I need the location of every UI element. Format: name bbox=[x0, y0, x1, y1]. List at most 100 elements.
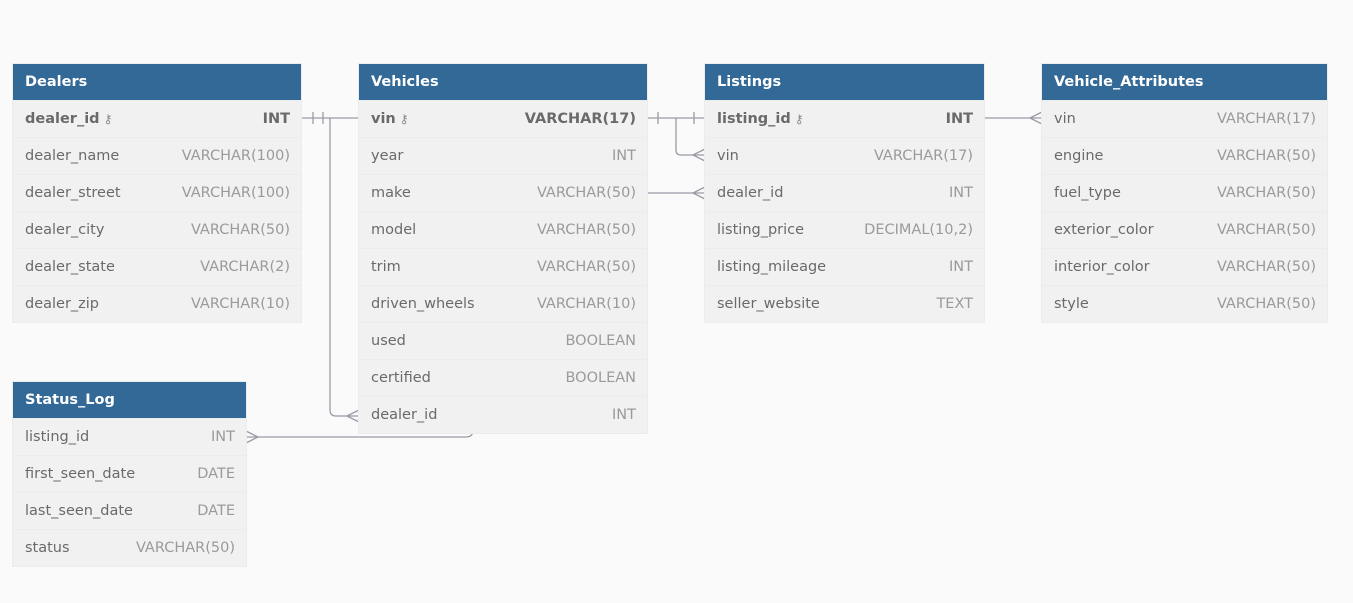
column-row[interactable]: fuel_type VARCHAR(50) bbox=[1042, 174, 1327, 211]
column-type: VARCHAR(50) bbox=[1216, 296, 1316, 312]
column-row[interactable]: dealer_state VARCHAR(2) bbox=[13, 248, 301, 285]
column-type: VARCHAR(50) bbox=[1216, 148, 1316, 164]
column-row[interactable]: status VARCHAR(50) bbox=[13, 529, 246, 566]
column-row[interactable]: listing_mileage INT bbox=[705, 248, 984, 285]
table-header[interactable]: Listings bbox=[705, 64, 984, 100]
column-name: dealer_id bbox=[371, 407, 438, 423]
column-name: dealer_id bbox=[717, 185, 784, 201]
column-row[interactable]: interior_color VARCHAR(50) bbox=[1042, 248, 1327, 285]
column-name-wrap: listing_id ⚷ bbox=[717, 111, 804, 127]
key-icon: ⚷ bbox=[399, 112, 409, 126]
column-row[interactable]: vin VARCHAR(17) bbox=[705, 137, 984, 174]
table-header[interactable]: Vehicle_Attributes bbox=[1042, 64, 1327, 100]
column-name-wrap: used bbox=[371, 333, 406, 349]
table-header[interactable]: Dealers bbox=[13, 64, 301, 100]
column-name-wrap: listing_mileage bbox=[717, 259, 826, 275]
column-name: engine bbox=[1054, 148, 1104, 164]
column-name-wrap: last_seen_date bbox=[25, 503, 133, 519]
table-vehicles[interactable]: Vehicles vin ⚷ VARCHAR(17) year INT make … bbox=[359, 64, 647, 433]
column-row[interactable]: dealer_city VARCHAR(50) bbox=[13, 211, 301, 248]
column-name-wrap: certified bbox=[371, 370, 431, 386]
column-name-wrap: engine bbox=[1054, 148, 1103, 164]
table-listings[interactable]: Listings listing_id ⚷ INT vin VARCHAR(17)… bbox=[705, 64, 984, 322]
column-row[interactable]: year INT bbox=[359, 137, 647, 174]
column-row[interactable]: model VARCHAR(50) bbox=[359, 211, 647, 248]
column-row[interactable]: listing_id INT bbox=[13, 418, 246, 455]
column-name: status bbox=[25, 540, 70, 556]
column-row[interactable]: driven_wheels VARCHAR(10) bbox=[359, 285, 647, 322]
column-row[interactable]: dealer_street VARCHAR(100) bbox=[13, 174, 301, 211]
column-row[interactable]: seller_website TEXT bbox=[705, 285, 984, 322]
table-dealers[interactable]: Dealers dealer_id ⚷ INT dealer_name VARCH… bbox=[13, 64, 301, 322]
column-row[interactable]: engine VARCHAR(50) bbox=[1042, 137, 1327, 174]
column-name: dealer_id bbox=[25, 111, 100, 127]
column-type: VARCHAR(100) bbox=[181, 148, 290, 164]
column-name: used bbox=[371, 333, 406, 349]
column-type: VARCHAR(17) bbox=[524, 111, 636, 127]
key-icon: ⚷ bbox=[794, 112, 804, 126]
column-type: INT bbox=[612, 148, 636, 164]
column-type: DATE bbox=[197, 466, 235, 482]
diagram-canvas: Dealers dealer_id ⚷ INT dealer_name VARCH… bbox=[0, 0, 1353, 603]
column-name: last_seen_date bbox=[25, 503, 133, 519]
column-name-wrap: fuel_type bbox=[1054, 185, 1121, 201]
column-row[interactable]: style VARCHAR(50) bbox=[1042, 285, 1327, 322]
column-name-wrap: first_seen_date bbox=[25, 466, 135, 482]
column-name-wrap: status bbox=[25, 540, 70, 556]
rel-dealers-vehicles bbox=[301, 112, 360, 423]
table-status-log[interactable]: Status_Log listing_id INT first_seen_dat… bbox=[13, 382, 246, 566]
column-row[interactable]: first_seen_date DATE bbox=[13, 455, 246, 492]
column-type: VARCHAR(50) bbox=[1216, 185, 1316, 201]
column-type: INT bbox=[612, 407, 636, 423]
column-row[interactable]: dealer_id ⚷ INT bbox=[13, 100, 301, 137]
column-name-wrap: dealer_name bbox=[25, 148, 119, 164]
column-type: VARCHAR(50) bbox=[1216, 222, 1316, 238]
column-name-wrap: dealer_id bbox=[371, 407, 437, 423]
column-type: INT bbox=[949, 259, 973, 275]
column-name: listing_id bbox=[717, 111, 791, 127]
column-row[interactable]: trim VARCHAR(50) bbox=[359, 248, 647, 285]
column-type: INT bbox=[945, 111, 973, 127]
column-name: make bbox=[371, 185, 411, 201]
column-name-wrap: year bbox=[371, 148, 403, 164]
column-type: VARCHAR(50) bbox=[1216, 259, 1316, 275]
column-row[interactable]: dealer_name VARCHAR(100) bbox=[13, 137, 301, 174]
rel-vehicles-listings-dealer bbox=[647, 186, 706, 200]
column-type: DECIMAL(10,2) bbox=[864, 222, 973, 238]
column-row[interactable]: vin ⚷ VARCHAR(17) bbox=[359, 100, 647, 137]
column-name-wrap: vin ⚷ bbox=[371, 111, 409, 127]
column-type: VARCHAR(50) bbox=[536, 185, 636, 201]
column-name: year bbox=[371, 148, 404, 164]
column-name-wrap: style bbox=[1054, 296, 1089, 312]
table-header[interactable]: Status_Log bbox=[13, 382, 246, 418]
column-type: VARCHAR(50) bbox=[536, 222, 636, 238]
column-type: VARCHAR(10) bbox=[536, 296, 636, 312]
column-name: dealer_city bbox=[25, 222, 105, 238]
column-type: VARCHAR(50) bbox=[135, 540, 235, 556]
column-name: dealer_zip bbox=[25, 296, 100, 312]
table-vehicle-attributes[interactable]: Vehicle_Attributes vin VARCHAR(17) engin… bbox=[1042, 64, 1327, 322]
column-type: VARCHAR(50) bbox=[190, 222, 290, 238]
column-row[interactable]: used BOOLEAN bbox=[359, 322, 647, 359]
column-row[interactable]: dealer_id INT bbox=[359, 396, 647, 433]
column-row[interactable]: vin VARCHAR(17) bbox=[1042, 100, 1327, 137]
column-name: listing_price bbox=[717, 222, 805, 238]
column-row[interactable]: exterior_color VARCHAR(50) bbox=[1042, 211, 1327, 248]
column-row[interactable]: certified BOOLEAN bbox=[359, 359, 647, 396]
column-name: seller_website bbox=[717, 296, 820, 312]
column-type: VARCHAR(100) bbox=[181, 185, 290, 201]
column-row[interactable]: last_seen_date DATE bbox=[13, 492, 246, 529]
column-row[interactable]: make VARCHAR(50) bbox=[359, 174, 647, 211]
column-row[interactable]: listing_price DECIMAL(10,2) bbox=[705, 211, 984, 248]
column-type: DATE bbox=[197, 503, 235, 519]
column-row[interactable]: listing_id ⚷ INT bbox=[705, 100, 984, 137]
column-row[interactable]: dealer_zip VARCHAR(10) bbox=[13, 285, 301, 322]
column-type: INT bbox=[949, 185, 973, 201]
column-name-wrap: dealer_id ⚷ bbox=[25, 111, 112, 127]
column-name: driven_wheels bbox=[371, 296, 475, 312]
column-name-wrap: vin bbox=[1054, 111, 1076, 127]
table-header[interactable]: Vehicles bbox=[359, 64, 647, 100]
column-name: certified bbox=[371, 370, 431, 386]
column-row[interactable]: dealer_id INT bbox=[705, 174, 984, 211]
column-type: VARCHAR(50) bbox=[536, 259, 636, 275]
